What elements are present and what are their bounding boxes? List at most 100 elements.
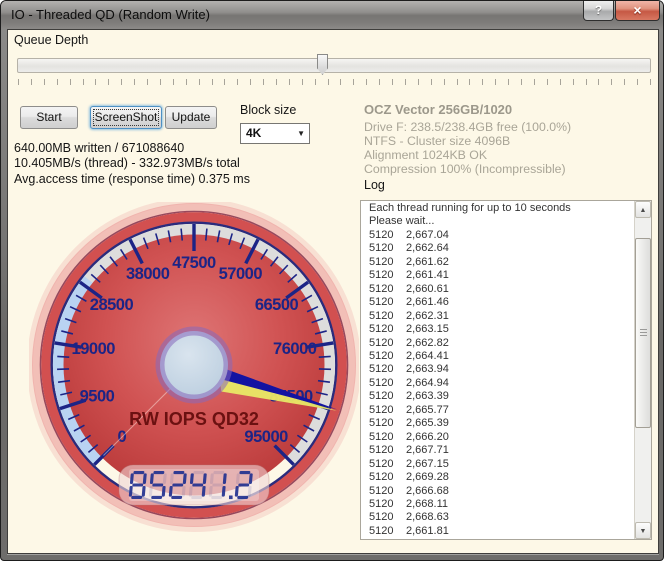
scrollbar-thumb[interactable] <box>635 238 651 428</box>
slider-tick <box>430 79 432 85</box>
log-row: 5120 2,664.94 <box>361 377 633 390</box>
gauge-minor-tick <box>180 228 184 241</box>
log-col-qd: 5120 <box>369 255 394 268</box>
log-row: 5120 2,663.94 <box>361 363 633 376</box>
app-window: IO - Threaded QD (Random Write) ? × Queu… <box>0 0 664 561</box>
gauge-tick-label: 38000 <box>126 265 170 283</box>
log-row: 5120 2,667.04 <box>361 229 633 242</box>
log-col-qd: 5120 <box>369 376 394 389</box>
log-col-iops: 2,661.81 <box>406 524 449 537</box>
slider-tick <box>650 79 651 85</box>
slider-tick <box>237 79 239 85</box>
window-title: IO - Threaded QD (Random Write) <box>11 7 210 22</box>
log-col-qd: 5120 <box>369 444 394 457</box>
slider-tick <box>185 79 187 85</box>
chevron-down-icon: ▼ <box>297 129 305 138</box>
stats-block: 640.00MB written / 671088640 10.405MB/s … <box>14 141 250 187</box>
update-button[interactable]: Update <box>165 106 217 129</box>
log-row: 5120 2,661.62 <box>361 256 633 269</box>
log-col-qd: 5120 <box>369 323 394 336</box>
scroll-down-button[interactable]: ▼ <box>635 522 651 539</box>
slider-tick <box>546 79 548 85</box>
slider-tick <box>585 79 587 85</box>
slider-tick <box>611 79 613 85</box>
log-row: 5120 2,666.68 <box>361 485 633 498</box>
log-col-qd: 5120 <box>369 417 394 430</box>
scroll-up-button[interactable]: ▲ <box>635 201 651 218</box>
slider-tick <box>366 79 368 85</box>
slider-tick <box>288 79 290 85</box>
log-col-iops: 2,663.39 <box>406 390 449 403</box>
drive-info-line: NTFS - Cluster size 4096B <box>364 134 511 148</box>
help-icon: ? <box>594 3 603 17</box>
log-row: 5120 2,667.71 <box>361 444 633 457</box>
slider-tick <box>250 79 252 85</box>
gauge-tick-label: 76000 <box>273 340 317 358</box>
close-button[interactable]: × <box>615 1 660 21</box>
slider-tick <box>469 79 471 85</box>
log-scrollbar[interactable]: ▲ ▼ <box>634 201 651 539</box>
log-col-iops: 2,663.15 <box>406 323 449 336</box>
slider-tick <box>211 79 213 85</box>
log-label: Log <box>364 178 385 192</box>
gauge-tick-label: 19000 <box>72 340 116 358</box>
slider-tick <box>121 79 123 85</box>
gauge-tick-label: 9500 <box>80 388 115 406</box>
log-col-qd: 5120 <box>369 524 394 537</box>
log-col-iops: 2,660.61 <box>406 282 449 295</box>
log-rows: Each thread running for up to 10 seconds… <box>361 202 633 538</box>
log-col-qd: 5120 <box>369 430 394 443</box>
log-col-iops: 2,666.20 <box>406 430 449 443</box>
scroll-up-icon: ▲ <box>639 207 647 214</box>
stat-speed: 10.405MB/s (thread) - 332.973MB/s total <box>14 156 240 171</box>
stat-access-time: Avg.access time (response time) 0.375 ms <box>14 171 250 186</box>
slider-tick <box>379 79 381 85</box>
gauge-minor-tick <box>204 228 208 241</box>
block-size-value: 4K <box>246 126 262 140</box>
slider-tick <box>159 79 161 85</box>
gauge-minor-tick <box>57 355 70 358</box>
help-button[interactable]: ? <box>583 1 614 21</box>
scrollbar-grip-icon <box>640 329 647 337</box>
log-col-iops: 2,662.64 <box>406 242 449 255</box>
slider-tick <box>353 79 355 85</box>
start-button[interactable]: Start <box>20 106 78 129</box>
slider-tick <box>340 79 342 85</box>
log-col-iops: 2,665.77 <box>406 403 449 416</box>
slider-tick <box>314 79 316 85</box>
slider-tick <box>30 79 32 85</box>
titlebar[interactable]: IO - Threaded QD (Random Write) <box>1 1 663 29</box>
slider-tick <box>43 79 45 85</box>
log-row: 5120 2,661.41 <box>361 269 633 282</box>
log-listbox[interactable]: Each thread running for up to 10 seconds… <box>360 200 652 540</box>
gauge-minor-tick <box>318 355 331 358</box>
queue-depth-slider-track[interactable] <box>17 58 651 73</box>
log-col-iops: 2,668.11 <box>406 497 449 510</box>
block-size-select[interactable]: 4K ▼ <box>240 123 310 144</box>
log-row: 5120 2,660.61 <box>361 283 633 296</box>
log-col-iops: 2,668.63 <box>406 511 449 524</box>
gauge-tick-label: 95000 <box>244 428 288 446</box>
log-col-qd: 5120 <box>369 484 394 497</box>
slider-tick <box>443 79 445 85</box>
drive-info: Drive F: 238.5/238.4GB free (100.0%) NTF… <box>364 120 571 176</box>
start-button-label: Start <box>36 110 62 124</box>
slider-tick <box>624 79 626 85</box>
drive-info-line: Alignment 1024KB OK <box>364 148 488 162</box>
gauge-hub <box>155 326 233 404</box>
slider-tick <box>495 79 497 85</box>
drive-info-line: Drive F: 238.5/238.4GB free (100.0%) <box>364 120 572 134</box>
log-col-iops: 2,667.71 <box>406 444 449 457</box>
log-col-qd: 5120 <box>369 511 394 524</box>
queue-depth-slider-ticks <box>18 79 652 86</box>
gauge-title: RW IOPS QD32 <box>129 409 259 429</box>
log-col-qd: 5120 <box>369 269 394 282</box>
log-row: 5120 2,662.31 <box>361 310 633 323</box>
log-col-iops: 2,665.39 <box>406 417 449 430</box>
log-row: 5120 2,668.11 <box>361 498 633 511</box>
screenshot-button[interactable]: ScreenShot <box>90 106 162 129</box>
log-col-qd: 5120 <box>369 228 394 241</box>
log-col-qd: 5120 <box>369 403 394 416</box>
client-area: Queue Depth Start ScreenShot Update Bloc… <box>7 29 659 554</box>
slider-tick <box>82 79 84 85</box>
